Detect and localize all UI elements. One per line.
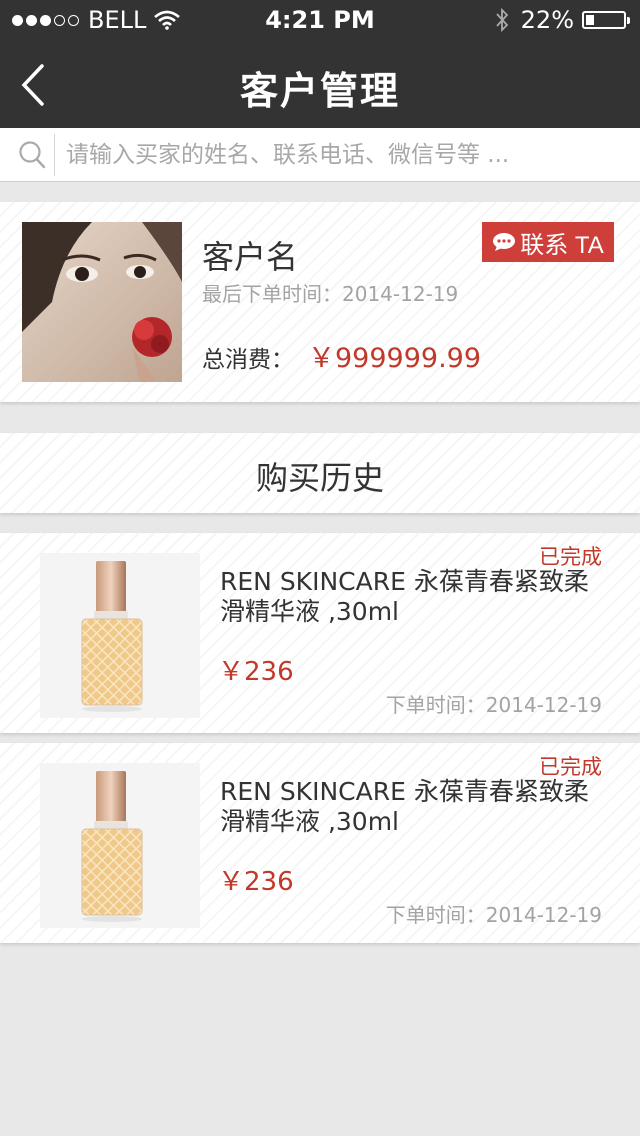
product-price: ￥236: [218, 867, 294, 897]
contact-button[interactable]: 联系 TA: [482, 222, 614, 262]
battery-percent: 22%: [520, 6, 574, 34]
status-bar: BELL 4:21 PM 22%: [0, 0, 640, 40]
chat-bubble-icon: [493, 233, 516, 251]
search-bar: [0, 128, 640, 182]
customer-card[interactable]: 客户名 最后下单时间：2014-12-19 总消费： ￥999999.99 联系…: [0, 202, 640, 402]
last-order-time: 最后下单时间：2014-12-19: [202, 282, 459, 306]
avatar: [22, 222, 182, 382]
section-title: 购买历史: [255, 459, 384, 497]
product-image: [40, 763, 200, 928]
search-input[interactable]: [66, 136, 626, 174]
total-spend-label: 总消费：: [202, 347, 294, 373]
product-price: ￥236: [218, 657, 294, 687]
customer-name: 客户名: [202, 238, 299, 276]
bluetooth-icon: [495, 8, 509, 32]
total-spend-value: ￥999999.99: [308, 343, 482, 374]
product-name: REN SKINCARE 永葆青春紧致柔滑精华液 ,30ml: [220, 777, 589, 836]
contact-label: 联系 TA: [520, 231, 604, 259]
status-right: 22%: [495, 6, 630, 34]
order-time: 下单时间：2014-12-19: [385, 903, 602, 927]
order-item[interactable]: 已完成 REN SKINCARE 永葆青春紧致柔滑精华液 ,30ml ￥236 …: [0, 533, 640, 733]
search-icon[interactable]: [18, 140, 46, 174]
search-divider: [54, 134, 55, 176]
page-title: 客户管理: [239, 69, 400, 113]
order-item[interactable]: 已完成 REN SKINCARE 永葆青春紧致柔滑精华液 ,30ml ￥236 …: [0, 743, 640, 943]
product-name: REN SKINCARE 永葆青春紧致柔滑精华液 ,30ml: [220, 567, 589, 626]
order-time: 下单时间：2014-12-19: [385, 693, 602, 717]
product-image: [40, 553, 200, 718]
battery-icon: [582, 11, 630, 29]
purchase-history-header: 购买历史: [0, 433, 640, 513]
